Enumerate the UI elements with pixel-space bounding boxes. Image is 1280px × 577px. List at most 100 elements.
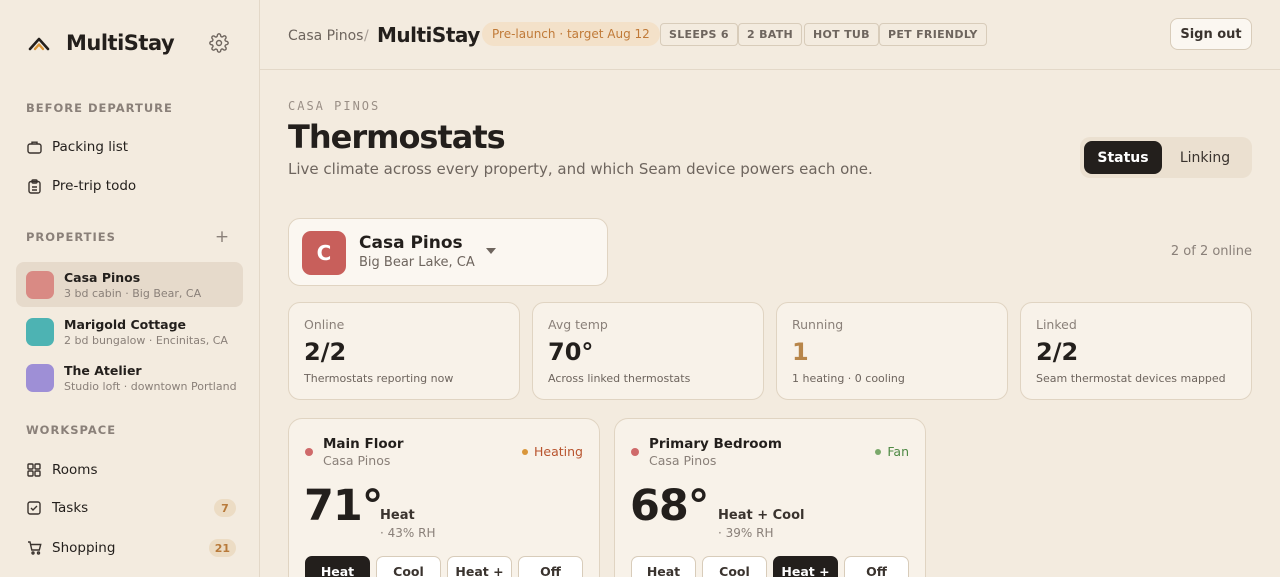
stat-note: Thermostats reporting now [304,372,454,385]
thermostat-indicator [631,448,639,456]
thermostat-mode: Heat + Cool [718,508,805,523]
breadcrumb-separator: / [364,28,369,44]
thermostat-indicator [305,448,313,456]
logo-icon [26,30,52,56]
stat-online: Online 2/2 Thermostats reporting now [288,302,520,400]
property-swatch [26,363,54,392]
mode-cool-button[interactable]: Cool [376,556,441,577]
sign-out-button[interactable]: Sign out [1170,18,1252,50]
stat-label: Avg temp [548,317,608,332]
stat-value: 70° [548,338,594,366]
nav-label: Pre-trip todo [52,178,137,194]
stat-note: Across linked thermostats [548,372,691,385]
status-label: Heating [534,444,583,459]
nav-label: Shopping [52,540,116,556]
thermostat-temp: 71° [304,481,383,531]
property-swatch [26,270,54,299]
status-label: Fan [887,444,909,459]
tag-bath: 2 BATH [738,23,803,46]
property-name: Casa Pinos [64,269,141,285]
property-selector[interactable]: C Casa Pinos Big Bear Lake, CA [288,218,608,286]
nav-tasks[interactable]: Tasks 7 [26,496,236,520]
tag-sleeps: SLEEPS 6 [660,23,738,46]
status-dot [875,448,882,455]
nav-label: Packing list [52,139,129,155]
thermostat-humidity: · 39% RH [718,526,774,540]
property-name: Marigold Cottage [64,316,187,332]
thermostat-name: Primary Bedroom [649,436,782,452]
sidebar-property-marigold-cottage[interactable]: Marigold Cottage 2 bd bungalow · Encinit… [16,309,243,354]
brand[interactable]: MultiStay [26,30,175,56]
grid-icon [26,462,42,478]
prelaunch-badge: Pre-launch · target Aug 12 [482,22,660,46]
clipboard-icon [26,178,42,194]
nav-rooms[interactable]: Rooms [26,458,236,482]
header: Casa Pinos / MultiStay Pre-launch · targ… [260,0,1280,70]
stat-label: Online [304,317,345,332]
section-workspace: WORKSPACE [26,423,117,437]
mode-heat-button[interactable]: Heat [305,556,370,577]
breadcrumb-parent[interactable]: Casa Pinos [288,28,363,44]
suitcase-icon [26,139,42,155]
nav-label: Tasks [52,500,89,516]
thermostat-mode: Heat [380,508,415,523]
mode-cool-button[interactable]: Cool [702,556,767,577]
tag-hot-tub: HOT TUB [804,23,879,46]
view-toggle: Status Linking [1080,137,1252,178]
stat-label: Linked [1036,317,1077,332]
nav-packing-list[interactable]: Packing list [26,135,236,159]
thermostat-status: Fan [875,444,909,459]
stat-avg-temp: Avg temp 70° Across linked thermostats [532,302,764,400]
thermostat-property: Casa Pinos [323,453,391,468]
stat-value: 1 [792,338,809,366]
property-selector-name: Casa Pinos [359,233,463,253]
property-subtitle: 3 bd cabin · Big Bear, CA [64,286,202,300]
stat-value: 2/2 [304,338,347,366]
property-subtitle: Studio loft · downtown Portland [64,379,237,393]
mode-selector: Heat Cool Heat + Off [305,556,589,577]
mode-off-button[interactable]: Off [844,556,909,577]
property-selector-location: Big Bear Lake, CA [359,255,475,270]
mode-selector: Heat Cool Heat + Off [631,556,915,577]
stat-label: Running [792,317,844,332]
thermostat-humidity: · 43% RH [380,526,436,540]
thermostat-card-primary-bedroom: Primary Bedroom Casa Pinos Fan 68° Heat … [614,418,926,577]
page-subtitle: Live climate across every property, and … [288,160,873,178]
gear-icon[interactable] [209,33,231,55]
nav-pre-trip-todo[interactable]: Pre-trip todo [26,174,236,198]
tab-status[interactable]: Status [1084,141,1162,174]
status-dot [522,448,529,455]
checkbox-icon [26,500,42,516]
property-avatar: C [302,231,346,275]
sidebar-property-the-atelier[interactable]: The Atelier Studio loft · downtown Portl… [16,355,243,400]
tasks-count-badge: 7 [214,499,236,517]
cart-icon [26,540,42,556]
chevron-down-icon [486,248,496,254]
breadcrumb-current: MultiStay [377,23,480,47]
sidebar: MultiStay BEFORE DEPARTURE Packing list … [0,0,260,577]
thermostat-temp: 68° [630,481,709,531]
page-title: Thermostats [288,118,506,156]
page-eyebrow: CASA PINOS [288,99,381,113]
online-count: 2 of 2 online [1170,244,1252,259]
section-properties: PROPERTIES [26,230,116,244]
mode-heat-button[interactable]: Heat [631,556,696,577]
mode-heat-cool-button[interactable]: Heat + [773,556,838,577]
thermostat-status: Heating [522,444,583,459]
thermostat-property: Casa Pinos [649,453,717,468]
nav-shopping[interactable]: Shopping 21 [26,536,236,560]
mode-heat-cool-button[interactable]: Heat + [447,556,512,577]
stat-value: 2/2 [1036,338,1079,366]
sidebar-property-casa-pinos[interactable]: Casa Pinos 3 bd cabin · Big Bear, CA [16,262,243,307]
tab-linking[interactable]: Linking [1162,141,1248,174]
stat-linked: Linked 2/2 Seam thermostat devices mappe… [1020,302,1252,400]
nav-label: Rooms [52,462,98,478]
tag-pet-friendly: PET FRIENDLY [879,23,987,46]
stat-note: 1 heating · 0 cooling [792,372,905,385]
add-property-button[interactable]: + [214,229,230,246]
property-swatch [26,317,54,346]
thermostat-name: Main Floor [323,436,404,452]
mode-off-button[interactable]: Off [518,556,583,577]
thermostat-card-main-floor: Main Floor Casa Pinos Heating 71° Heat ·… [288,418,600,577]
shopping-count-badge: 21 [208,539,236,557]
